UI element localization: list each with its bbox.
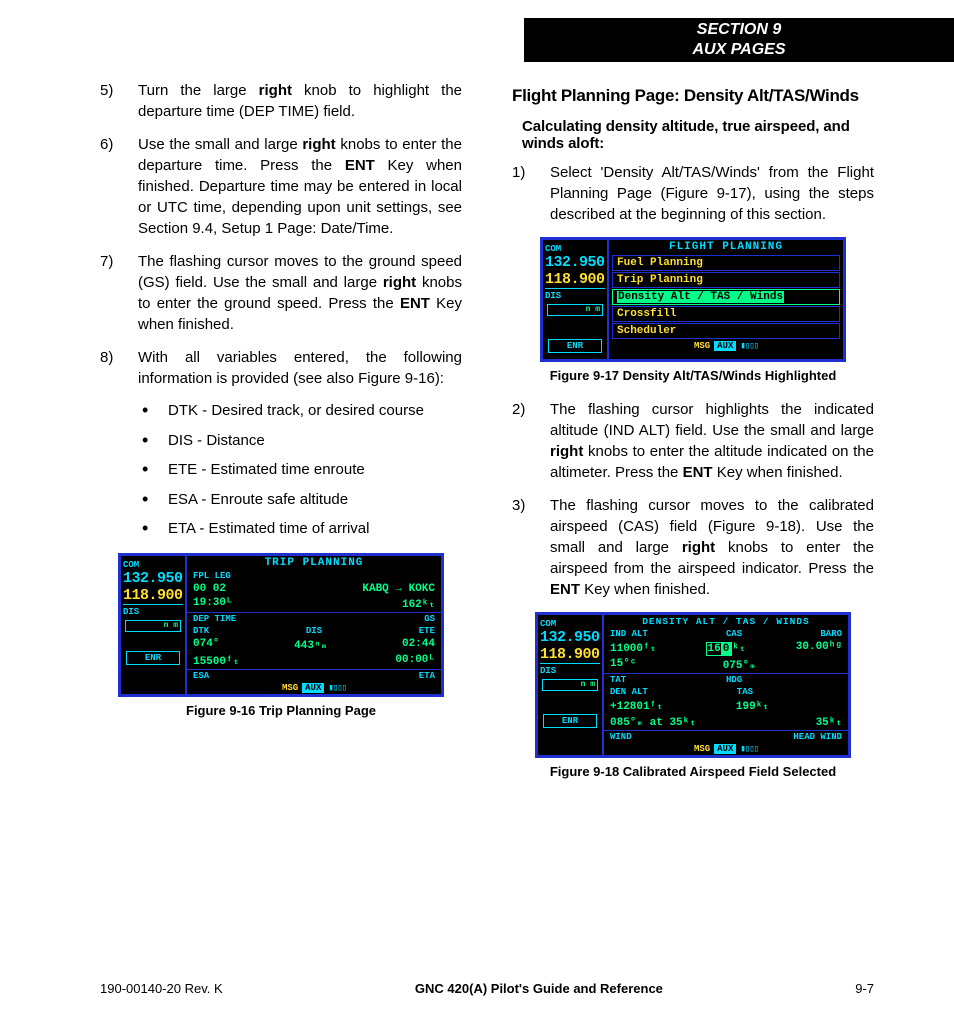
figure-9-17: COM 132.950 118.900 DIS n m ENR FLIGHT P… bbox=[540, 237, 846, 362]
right-steps-1: 1)Select 'Density Alt/TAS/Winds' from th… bbox=[512, 162, 874, 225]
fig-17-caption: Figure 9-17 Density Alt/TAS/Winds Highli… bbox=[512, 368, 874, 383]
right-steps-2: 2)The flashing cursor highlights the ind… bbox=[512, 399, 874, 600]
list-item: 6)Use the small and large right knobs to… bbox=[100, 134, 462, 239]
menu-item: Fuel Planning bbox=[612, 255, 840, 271]
figure-9-16: COM 132.950 118.900 DIS n m ENR TRIP PLA… bbox=[118, 553, 444, 697]
bullet-item: ESA - Enroute safe altitude bbox=[140, 490, 462, 510]
info-bullets: DTK - Desired track, or desired course DI… bbox=[100, 401, 462, 539]
bullet-item: DTK - Desired track, or desired course bbox=[140, 401, 462, 421]
left-steps-list: 5)Turn the large right knob to highlight… bbox=[100, 80, 462, 389]
bullet-item: ETE - Estimated time enroute bbox=[140, 460, 462, 480]
footer-center: GNC 420(A) Pilot's Guide and Reference bbox=[415, 981, 663, 996]
right-subhead: Calculating density altitude, true airsp… bbox=[522, 118, 874, 152]
fig-16-caption: Figure 9-16 Trip Planning Page bbox=[100, 703, 462, 718]
section-header: SECTION 9 AUX PAGES bbox=[524, 18, 954, 62]
menu-item: Trip Planning bbox=[612, 272, 840, 288]
left-column: 5)Turn the large right knob to highlight… bbox=[100, 80, 462, 954]
list-item: 7)The flashing cursor moves to the groun… bbox=[100, 251, 462, 335]
footer-right: 9-7 bbox=[855, 981, 874, 996]
footer-left: 190-00140-20 Rev. K bbox=[100, 981, 223, 996]
list-item: 2)The flashing cursor highlights the ind… bbox=[512, 399, 874, 483]
menu-item: Scheduler bbox=[612, 323, 840, 339]
figure-9-18: COM 132.950 118.900 DIS n m ENR DENSITY … bbox=[535, 612, 851, 758]
bullet-item: DIS - Distance bbox=[140, 431, 462, 451]
right-heading: Flight Planning Page: Density Alt/TAS/Wi… bbox=[512, 86, 874, 106]
list-item: 8)With all variables entered, the follow… bbox=[100, 347, 462, 389]
header-line2: AUX PAGES bbox=[524, 40, 954, 60]
list-item: 3)The flashing cursor moves to the calib… bbox=[512, 495, 874, 600]
list-item: 5)Turn the large right knob to highlight… bbox=[100, 80, 462, 122]
page-footer: 190-00140-20 Rev. K GNC 420(A) Pilot's G… bbox=[100, 981, 874, 996]
bullet-item: ETA - Estimated time of arrival bbox=[140, 519, 462, 539]
fig-18-caption: Figure 9-18 Calibrated Airspeed Field Se… bbox=[512, 764, 874, 779]
header-line1: SECTION 9 bbox=[524, 20, 954, 40]
menu-item: Density Alt / TAS / Winds bbox=[612, 289, 840, 305]
list-item: 1)Select 'Density Alt/TAS/Winds' from th… bbox=[512, 162, 874, 225]
menu-item: Crossfill bbox=[612, 306, 840, 322]
right-column: Flight Planning Page: Density Alt/TAS/Wi… bbox=[512, 80, 874, 954]
